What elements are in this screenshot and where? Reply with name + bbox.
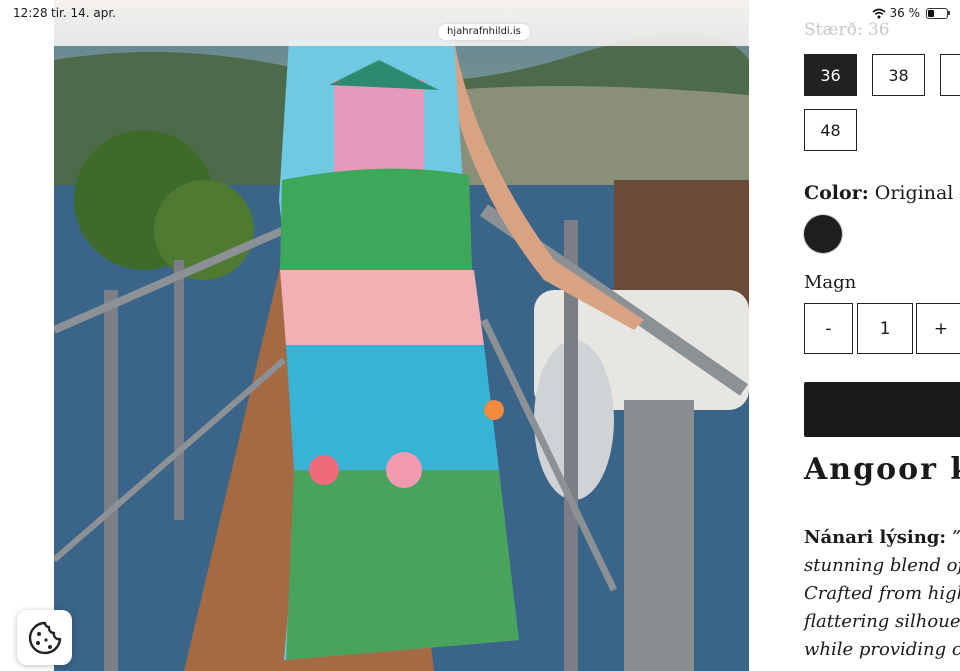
description-text: Crafted from high- xyxy=(804,583,960,604)
quantity-input[interactable]: 1 xyxy=(857,303,913,354)
color-label: Color: xyxy=(804,182,869,204)
cookie-settings-button[interactable] xyxy=(17,610,72,665)
size-option-label: 38 xyxy=(888,65,909,85)
description-text: ”Th xyxy=(952,527,960,548)
minus-icon: - xyxy=(825,318,832,339)
add-to-cart-button[interactable] xyxy=(804,382,960,437)
status-bar: 12:28 tir. 14. apr. 36 % xyxy=(0,0,960,26)
quantity-label: Magn xyxy=(804,272,857,293)
quantity-value: 1 xyxy=(879,318,891,339)
product-image[interactable] xyxy=(54,0,749,671)
size-option-40[interactable]: 4 xyxy=(940,54,960,96)
battery-percent: 36 % xyxy=(889,6,921,20)
status-time: 12:28 xyxy=(13,6,48,20)
size-option-36[interactable]: 36 xyxy=(804,54,857,96)
description-first-line: Nánari lýsing: ”Th xyxy=(804,527,960,548)
size-option-label: 48 xyxy=(820,120,841,140)
description-text: while providing cor xyxy=(804,639,960,660)
quantity-increase-button[interactable]: + xyxy=(916,303,960,354)
size-option-48[interactable]: 48 xyxy=(804,109,857,151)
status-indicators: 36 % xyxy=(871,6,950,20)
battery-icon xyxy=(926,7,950,19)
wifi-icon xyxy=(871,8,886,18)
size-option-label: 36 xyxy=(820,65,841,85)
description-heading: Nánari lýsing: xyxy=(804,527,947,548)
plus-icon: + xyxy=(933,318,949,339)
color-selector-label: Color: Original xyxy=(804,182,953,204)
cookie-icon xyxy=(28,621,61,654)
size-option-38[interactable]: 38 xyxy=(872,54,925,96)
description-text: flattering silhouett xyxy=(804,611,960,632)
status-date: tir. 14. apr. xyxy=(51,6,117,20)
product-title: Angoor kjó xyxy=(804,452,960,487)
url-bar[interactable]: hjahrafnhildi.is xyxy=(438,24,530,40)
color-value: Original xyxy=(874,182,954,204)
color-swatch-original[interactable] xyxy=(804,215,842,253)
product-panel: Stærð: 36 36 38 4 48 Color: Original Mag… xyxy=(749,0,960,671)
description-text: stunning blend of e xyxy=(804,555,960,576)
quantity-decrease-button[interactable]: - xyxy=(804,303,853,354)
